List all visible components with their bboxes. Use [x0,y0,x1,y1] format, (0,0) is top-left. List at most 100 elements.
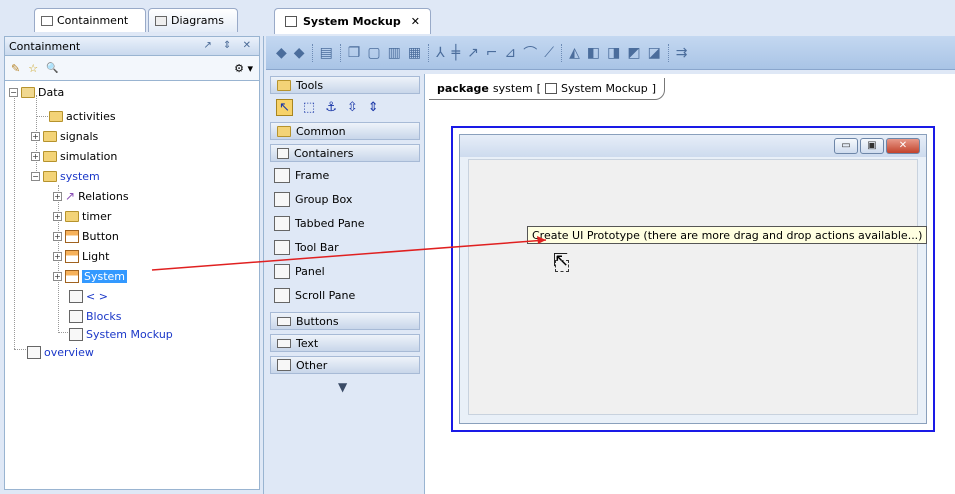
palette-item-frame[interactable]: Frame [274,164,329,186]
tree-item-timer[interactable]: + timer [53,207,111,225]
bracket-close: ] [651,82,657,95]
delete-icon[interactable]: ▥ [388,45,401,61]
window-title-bar[interactable]: ▭ ▣ ✕ [460,135,926,157]
expand-icon[interactable]: + [53,231,62,241]
diagram-canvas[interactable]: package system [ System Mockup ] ▭ ▣ ✕ C… [424,74,955,494]
paste-icon[interactable]: ▢ [367,45,380,61]
collapse-icon[interactable]: − [9,87,18,97]
diagram-toolbar: ◆ ◆ ▤ ❐ ▢ ▥ ▦ ⅄ ╪ ↗ ⌐ ⊿ ⌒ ⟋ ◭ ◧ ◨ ◩ ◪ ⇉ [266,36,955,70]
tree-item-system-block[interactable]: + System [53,267,128,285]
folder-icon [43,170,57,182]
tree-item-system[interactable]: − system [31,167,100,185]
favorite-icon[interactable]: ☆ [28,62,38,75]
group-box-icon [274,191,290,207]
palette-scroll-down-icon[interactable]: ▼ [338,380,347,394]
maximize-button[interactable]: ▣ [860,138,884,154]
tree-item-relations[interactable]: + ↗ Relations [53,187,129,205]
pointer-icon[interactable]: ↖ [276,98,293,116]
palette-item-tool-bar[interactable]: Tool Bar [274,236,339,258]
tabbed-pane-icon [274,215,290,231]
expand-icon[interactable]: + [53,251,62,261]
diagram-frame-header: package system [ System Mockup ] [429,78,666,100]
palette-group-containers[interactable]: Containers [270,144,420,162]
hierarchy-icon[interactable]: ⅄ [436,45,445,61]
tree-item-activities[interactable]: activities [49,107,116,125]
close-tab-icon[interactable]: ✕ [411,15,420,28]
ui-frame-window[interactable]: ▭ ▣ ✕ [459,134,927,424]
palette-group-other[interactable]: Other [270,356,420,374]
search-icon[interactable]: 🔍 [46,63,58,74]
palette-group-buttons[interactable]: Buttons [270,312,420,330]
tree-item-simulation[interactable]: + simulation [31,147,117,165]
toolbar-separator [667,43,669,62]
marquee-icon[interactable]: ⬚ [303,100,315,115]
tree-item-signals[interactable]: + signals [31,127,98,145]
block-icon [65,269,79,283]
expand-icon[interactable]: + [31,151,40,161]
new-element-icon[interactable]: ✎ [11,62,20,75]
tab-containment[interactable]: Containment [34,8,146,32]
symbol-icon[interactable]: ⇉ [676,45,688,61]
containment-icon[interactable]: ▤ [320,45,333,61]
layout-icon[interactable]: ▦ [408,45,421,61]
tree-item-label: Blocks [86,309,122,323]
tree-item-label: < > [86,289,108,303]
anchor-icon[interactable]: ⚓ [325,100,337,115]
tree-item-label: System Mockup [86,327,173,341]
path-reset-icon[interactable]: ⟋ [544,45,554,61]
close-button[interactable]: ✕ [886,138,920,154]
window-content-area[interactable] [468,159,918,415]
format-icon[interactable]: ◨ [607,45,620,61]
palette-group-label: Other [296,358,328,372]
palette-group-common[interactable]: Common [270,122,420,140]
tree-item-frame-element[interactable]: < > [69,287,108,305]
palette-item-tabbed-pane[interactable]: Tabbed Pane [274,212,364,234]
ui-frame-selection[interactable]: ▭ ▣ ✕ [451,126,935,432]
tree-item-button[interactable]: + Button [53,227,119,245]
block-icon [65,249,79,263]
minimize-button[interactable]: ▭ [834,138,858,154]
tree-line [36,116,50,117]
palette-group-label: Containers [294,146,354,160]
panel-header: Containment ↗ ⇕ ✕ [4,36,260,56]
options-gear-icon[interactable]: ⚙ ▾ [234,62,253,75]
folder-icon [65,210,79,222]
folder-icon [277,125,291,137]
expand-icon[interactable]: + [53,191,62,201]
palette-group-text[interactable]: Text [270,334,420,352]
tree-item-blocks[interactable]: Blocks [69,307,121,325]
expand-icon[interactable]: + [31,131,40,141]
tree-item-overview[interactable]: overview [27,343,94,361]
copy-icon[interactable]: ❐ [348,45,361,61]
tree-item-label: Button [82,229,119,243]
path-oblique-icon[interactable]: ⊿ [505,45,517,61]
collapse-icon[interactable]: − [31,171,40,181]
palette-item-panel[interactable]: Panel [274,260,325,282]
diagram-name: System Mockup [560,82,648,95]
expand-icon[interactable]: + [53,211,62,221]
panel-window-controls[interactable]: ↗ ⇕ ✕ [204,40,256,51]
tree-item-light[interactable]: + Light [53,247,109,265]
package-keyword: package [437,82,489,95]
palette-item-scroll-pane[interactable]: Scroll Pane [274,284,355,306]
expand-icon[interactable]: + [53,271,62,281]
folder-icon [43,130,57,142]
font-icon[interactable]: ◧ [587,45,600,61]
back-icon[interactable]: ◆ [276,45,287,61]
fill-color-icon[interactable]: ◭ [569,45,580,61]
align-icon[interactable]: ╪ [452,45,460,61]
palette-item-group-box[interactable]: Group Box [274,188,352,210]
style-icon[interactable]: ◩ [627,45,640,61]
palette-group-tools[interactable]: Tools [270,76,420,94]
path-curve-icon[interactable]: ⌒ [523,43,537,63]
spacer-icon[interactable]: ⇳ [347,100,358,115]
tab-diagrams[interactable]: Diagrams [148,8,238,32]
path-rect-icon[interactable]: ⌐ [486,45,498,61]
brush-icon[interactable]: ◪ [648,45,661,61]
tab-system-mockup[interactable]: System Mockup ✕ [274,8,431,34]
forward-icon[interactable]: ◆ [294,45,305,61]
path-icon[interactable]: ↗ [467,45,479,61]
tree-item-system-mockup[interactable]: System Mockup [69,325,173,343]
distribute-icon[interactable]: ⇕ [368,100,379,115]
tree-item-data[interactable]: − Data [9,83,64,101]
